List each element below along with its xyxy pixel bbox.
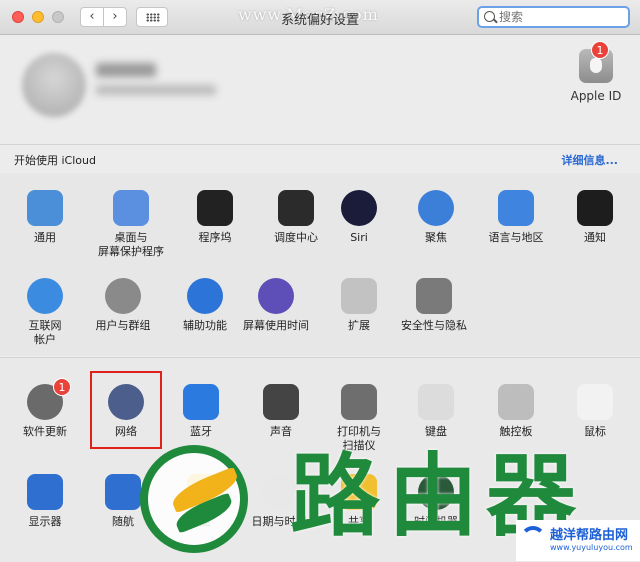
avatar[interactable]: [22, 53, 86, 117]
window-titlebar: ‹ › www.MacZ.com 系统偏好设置: [0, 0, 640, 35]
apple-id-button[interactable]: 1 Apple ID: [566, 41, 626, 103]
wifi-icon: [520, 526, 546, 552]
screen-time-icon: [258, 278, 294, 314]
pref-displays[interactable]: 显示器: [6, 474, 84, 529]
pref-extensions[interactable]: 扩展: [320, 278, 398, 333]
search-input[interactable]: [499, 9, 624, 25]
pref-language-region[interactable]: 语言与地区: [477, 190, 555, 245]
pref-spotlight[interactable]: 聚焦: [397, 190, 475, 245]
pref-users-groups[interactable]: 用户与群组: [84, 278, 162, 333]
pref-label: 互联网 帐户: [28, 319, 62, 346]
update-badge: 1: [53, 378, 71, 396]
blurred-user-name: [96, 63, 156, 77]
pref-label: 显示器: [28, 515, 62, 528]
corner-prefix: 越洋帮: [550, 528, 590, 543]
pref-bluetooth[interactable]: 蓝牙: [162, 384, 240, 439]
pref-label: 触控板: [499, 425, 533, 438]
pref-accessibility[interactable]: 辅助功能: [166, 278, 244, 333]
pref-security-privacy[interactable]: 安全性与隐私: [395, 278, 473, 333]
pref-label: 桌面与 屏幕保护程序: [98, 231, 164, 258]
pref-keyboard[interactable]: 键盘: [397, 384, 475, 439]
sidecar-icon: [105, 474, 141, 510]
pref-internet-accounts[interactable]: 互联网 帐户: [6, 278, 84, 347]
pref-trackpad[interactable]: 触控板: [477, 384, 555, 439]
spotlight-icon: [418, 190, 454, 226]
pref-label: 扩展: [348, 319, 370, 332]
security-privacy-icon: [416, 278, 452, 314]
desktop-screensaver-icon: [113, 190, 149, 226]
pref-label: 用户与群组: [95, 319, 151, 332]
pref-mouse[interactable]: 鼠标: [556, 384, 634, 439]
software-update-icon: 1: [27, 378, 71, 420]
printers-scanners-icon: [341, 384, 377, 420]
pref-desktop-screensaver[interactable]: 桌面与 屏幕保护程序: [92, 190, 170, 259]
pref-label: 声音: [270, 425, 292, 438]
account-section: 1 Apple ID: [0, 35, 640, 144]
displays-icon: [27, 474, 63, 510]
notification-badge: 1: [591, 41, 609, 59]
siri-icon: [341, 190, 377, 226]
pref-siri[interactable]: Siri: [320, 190, 398, 245]
mouse-icon: [577, 384, 613, 420]
bluetooth-icon: [183, 384, 219, 420]
pref-general[interactable]: 通用: [6, 190, 84, 245]
pref-screen-time[interactable]: 屏幕使用时间: [237, 278, 315, 333]
pref-label: 通知: [584, 231, 606, 244]
corner-title: 越洋帮路由网: [550, 524, 628, 543]
general-icon: [27, 190, 63, 226]
blurred-user-subtitle: [96, 85, 216, 95]
pref-label: 蓝牙: [190, 425, 212, 438]
apple-icon: 1: [579, 41, 613, 83]
pref-label: 键盘: [425, 425, 447, 438]
accessibility-icon: [187, 278, 223, 314]
sound-icon: [263, 384, 299, 420]
pref-sound[interactable]: 声音: [242, 384, 320, 439]
pref-label: 软件更新: [23, 425, 67, 438]
pref-label: 辅助功能: [183, 319, 227, 332]
extensions-icon: [341, 278, 377, 314]
mission-control-icon: [278, 190, 314, 226]
pref-label: 通用: [34, 231, 56, 244]
highlight-box: [90, 371, 162, 449]
pref-label: 语言与地区: [488, 231, 544, 244]
language-region-icon: [498, 190, 534, 226]
search-icon: [484, 11, 495, 22]
corner-url: www.yuyuluyou.com: [550, 543, 633, 552]
pref-label: 安全性与隐私: [401, 319, 467, 332]
notifications-icon: [577, 190, 613, 226]
pref-label: Siri: [350, 231, 368, 244]
corner-title-text: 路由网: [589, 528, 629, 543]
pref-label: 鼠标: [584, 425, 606, 438]
internet-accounts-icon: [27, 278, 63, 314]
icloud-prompt: 开始使用 iCloud: [14, 154, 96, 167]
details-link[interactable]: 详细信息...: [561, 152, 618, 168]
icloud-banner: 开始使用 iCloud 详细信息...: [0, 144, 640, 174]
pref-label: 屏幕使用时间: [243, 319, 309, 332]
trackpad-icon: [498, 384, 534, 420]
apple-id-label: Apple ID: [570, 89, 622, 103]
router-logo-icon: [140, 445, 248, 553]
pref-label: 程序坞: [198, 231, 232, 244]
corner-watermark: 越洋帮路由网 www.yuyuluyou.com: [516, 520, 640, 561]
keyboard-icon: [418, 384, 454, 420]
search-field[interactable]: [477, 6, 630, 28]
pref-label: 聚焦: [425, 231, 447, 244]
dock-icon: [197, 190, 233, 226]
pref-printers-scanners[interactable]: 打印机与 扫描仪: [320, 384, 398, 453]
pref-dock[interactable]: 程序坞: [176, 190, 254, 245]
pref-notifications[interactable]: 通知: [556, 190, 634, 245]
pref-software-update[interactable]: 1 软件更新: [6, 378, 84, 439]
users-groups-icon: [105, 278, 141, 314]
